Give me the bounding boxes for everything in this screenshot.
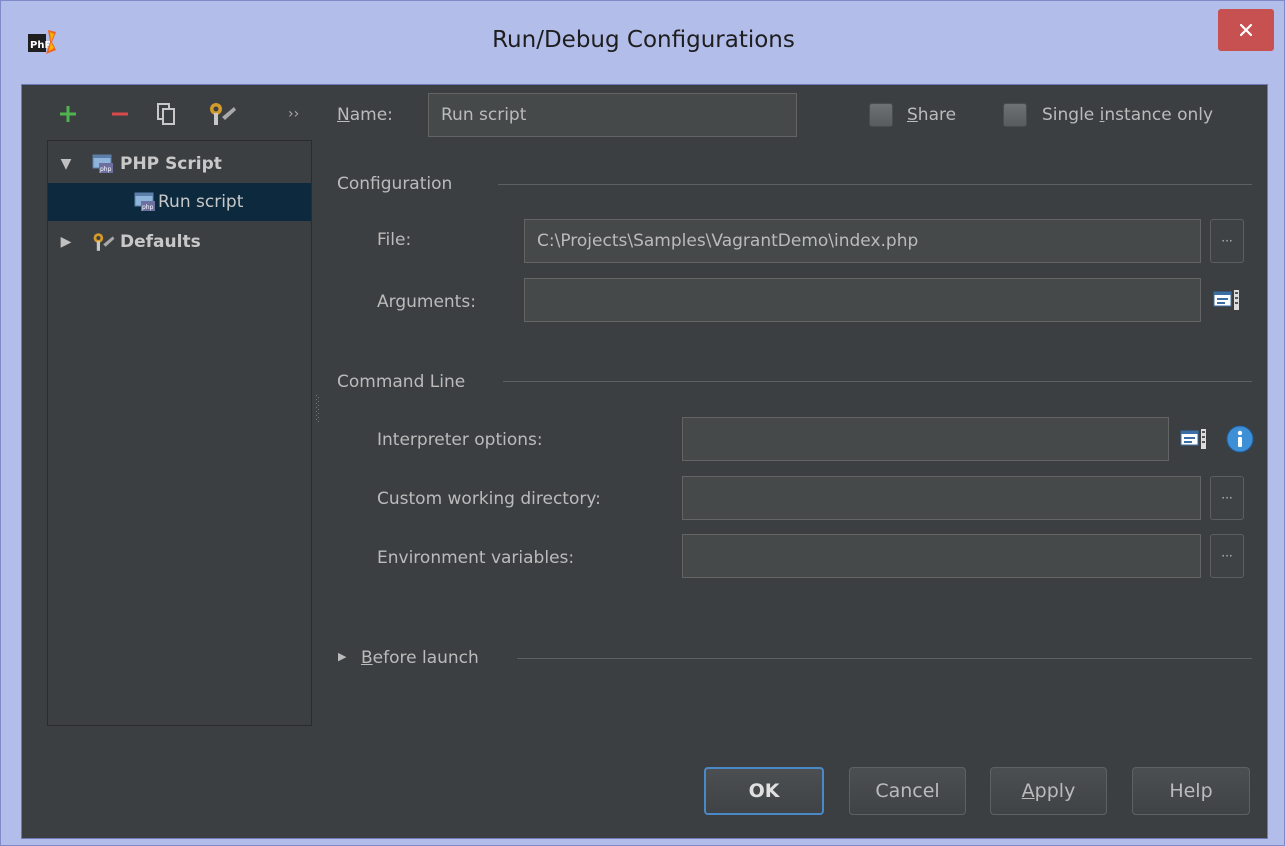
- command-line-section-title: Command Line: [337, 372, 466, 392]
- share-checkbox[interactable]: [869, 103, 893, 127]
- expand-editor-icon[interactable]: [1177, 424, 1211, 454]
- copy-icon[interactable]: [156, 99, 176, 129]
- ok-button[interactable]: OK: [704, 767, 824, 815]
- working-directory-label: Custom working directory:: [377, 489, 601, 509]
- dialog-content: ›› ▼ php PHP Script php Run script ▶ Def…: [21, 84, 1268, 839]
- tree-item-label: PHP Script: [120, 154, 222, 174]
- configuration-tree: ▼ php PHP Script php Run script ▶ Defaul…: [47, 140, 312, 726]
- wrench-icon: [92, 231, 116, 253]
- tree-item-defaults[interactable]: ▶ Defaults: [48, 223, 311, 261]
- share-label: Share: [907, 105, 957, 125]
- dialog-window: PhP Run/Debug Configurations ›› ▼ php PH…: [0, 0, 1285, 846]
- file-browse-button[interactable]: ···: [1210, 219, 1244, 263]
- info-icon[interactable]: [1225, 424, 1255, 454]
- tree-item-label: Run script: [158, 192, 244, 212]
- section-divider: [498, 184, 1252, 185]
- help-button[interactable]: Help: [1132, 767, 1250, 815]
- window-title: Run/Debug Configurations: [492, 27, 795, 53]
- file-label: File:: [377, 230, 412, 250]
- wrench-icon[interactable]: [208, 99, 238, 129]
- add-icon[interactable]: [58, 99, 78, 129]
- expand-editor-icon[interactable]: [1210, 285, 1244, 315]
- single-instance-label: Single instance only: [1042, 105, 1214, 125]
- single-instance-checkbox[interactable]: [1003, 103, 1027, 127]
- configuration-section-title: Configuration: [337, 174, 453, 194]
- working-directory-browse-button[interactable]: ···: [1210, 476, 1244, 520]
- splitter-handle[interactable]: [316, 395, 320, 425]
- before-launch-expand-icon[interactable]: ▶: [338, 650, 346, 663]
- before-launch-label[interactable]: Before launch: [361, 648, 479, 668]
- arguments-input[interactable]: [524, 278, 1201, 322]
- svg-text:php: php: [100, 166, 112, 173]
- name-input[interactable]: Run script: [428, 93, 797, 137]
- name-label: Name:: [337, 105, 393, 125]
- interpreter-options-input[interactable]: [682, 417, 1169, 461]
- tree-item-run-script[interactable]: php Run script: [48, 183, 311, 221]
- environment-variables-input[interactable]: [682, 534, 1201, 578]
- interpreter-options-label: Interpreter options:: [377, 430, 543, 450]
- environment-variables-browse-button[interactable]: ···: [1210, 534, 1244, 578]
- environment-variables-label: Environment variables:: [377, 548, 575, 568]
- php-script-icon: php: [92, 154, 114, 174]
- close-button[interactable]: [1218, 9, 1274, 51]
- arguments-label: Arguments:: [377, 292, 476, 312]
- close-icon: [1239, 23, 1253, 37]
- apply-button[interactable]: Apply: [990, 767, 1107, 815]
- title-bar: PhP Run/Debug Configurations: [1, 1, 1285, 83]
- file-input[interactable]: C:\Projects\Samples\VagrantDemo\index.ph…: [524, 219, 1201, 263]
- collapsed-arrow-icon[interactable]: ▶: [56, 234, 76, 250]
- tree-item-php-script[interactable]: ▼ php PHP Script: [48, 145, 311, 183]
- php-script-icon: php: [134, 192, 156, 212]
- tree-item-label: Defaults: [120, 232, 201, 252]
- section-divider: [517, 658, 1252, 659]
- remove-icon[interactable]: [110, 99, 130, 129]
- working-directory-input[interactable]: [682, 476, 1201, 520]
- svg-text:php: php: [142, 204, 154, 211]
- expanded-arrow-icon[interactable]: ▼: [56, 156, 76, 172]
- cancel-button[interactable]: Cancel: [849, 767, 966, 815]
- more-chevron-icon[interactable]: ››: [288, 99, 299, 129]
- section-divider: [503, 381, 1252, 382]
